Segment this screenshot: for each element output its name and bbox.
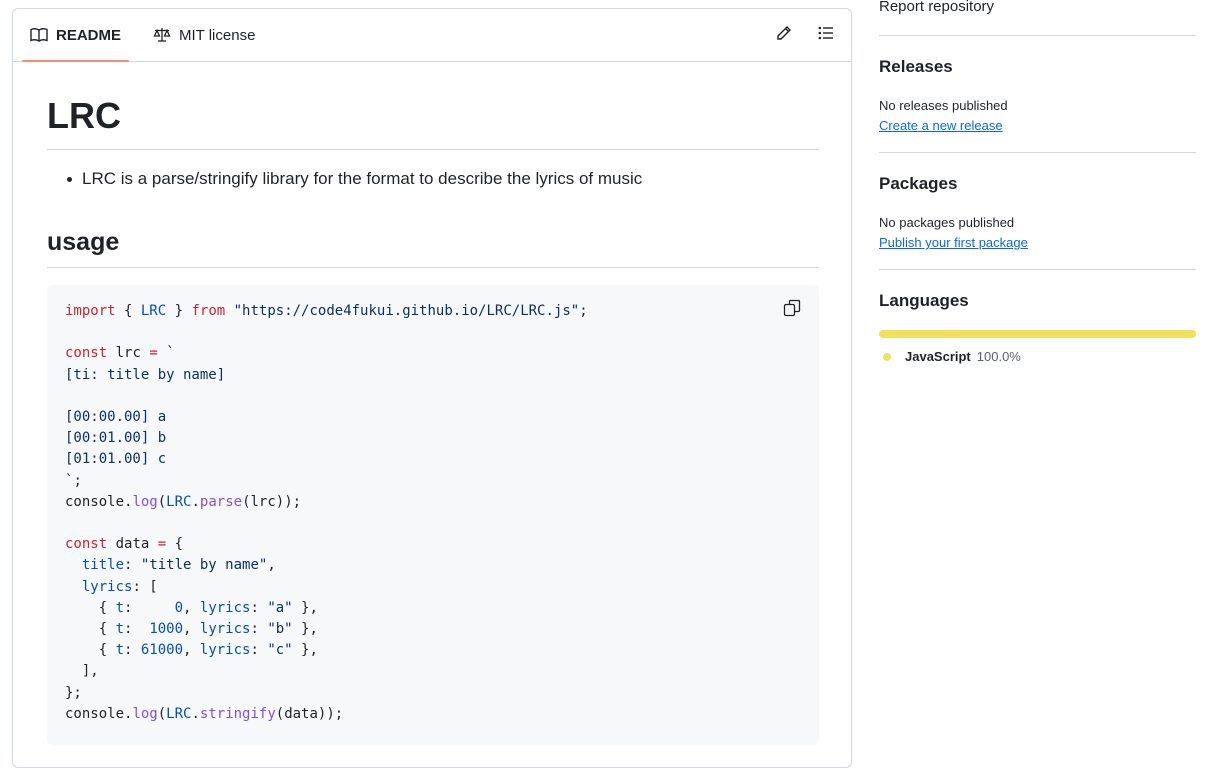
usage-heading: usage	[47, 228, 120, 256]
bullet-icon	[67, 176, 72, 182]
code-block: import { LRC } from "https://code4fukui.…	[47, 285, 819, 745]
language-item[interactable]: JavaScript 100.0%	[883, 349, 1021, 364]
language-color-dot	[883, 352, 891, 361]
packages-heading[interactable]: Packages	[879, 174, 957, 194]
packages-status: No packages published	[879, 215, 1015, 230]
edit-button[interactable]	[774, 25, 794, 45]
tab-license[interactable]: MIT license	[145, 9, 263, 61]
divider	[47, 149, 819, 150]
outline-button[interactable]	[816, 25, 836, 45]
releases-heading[interactable]: Releases	[879, 57, 953, 77]
divider	[879, 269, 1196, 270]
list-item: LRC is a parse/stringify library for the…	[67, 167, 642, 191]
copy-button[interactable]	[783, 299, 803, 319]
law-icon	[153, 27, 171, 43]
pencil-icon	[776, 25, 792, 46]
publish-package-link[interactable]: Publish your first package	[879, 235, 1028, 250]
language-percent: 100.0%	[976, 349, 1021, 364]
copy-icon	[783, 299, 801, 321]
readme-panel: README MIT license LRC LRC is a parse/st…	[12, 8, 852, 768]
list-icon	[818, 25, 834, 46]
divider	[879, 35, 1196, 36]
tab-license-label: MIT license	[179, 26, 256, 44]
book-icon	[30, 27, 48, 43]
languages-heading: Languages	[879, 291, 969, 310]
report-repository-link[interactable]: Report repository	[879, 0, 994, 15]
language-bar	[879, 330, 1196, 338]
code-content[interactable]: import { LRC } from "https://code4fukui.…	[65, 301, 588, 725]
readme-title: LRC	[47, 95, 121, 136]
divider	[47, 267, 819, 268]
language-name: JavaScript	[905, 349, 971, 364]
divider	[879, 152, 1196, 153]
tab-readme[interactable]: README	[22, 9, 130, 62]
tab-readme-label: README	[56, 26, 122, 44]
readme-tabbar: README MIT license	[13, 9, 851, 62]
releases-status: No releases published	[879, 98, 1008, 113]
create-release-link[interactable]: Create a new release	[879, 118, 1003, 133]
list-item-text: LRC is a parse/stringify library for the…	[82, 169, 643, 188]
